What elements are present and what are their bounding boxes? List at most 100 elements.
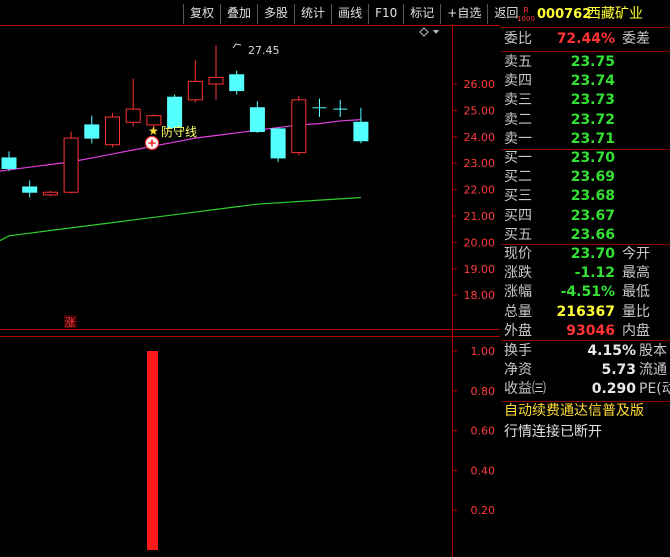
candlestick — [208, 45, 224, 100]
indicator-bar — [147, 351, 158, 550]
divider — [501, 27, 670, 28]
candle-body — [84, 124, 100, 139]
price-tick-label: 25.00 — [464, 104, 496, 117]
candlestick — [42, 190, 58, 197]
badge-top: R — [523, 6, 529, 15]
stat-label-secondary: 最低 — [622, 284, 650, 301]
fundamental-row: 收益㈢ 0.290PE(动) — [501, 379, 670, 400]
candlestick — [333, 99, 348, 117]
ask-value: 23.72 — [570, 111, 615, 128]
stat-row: 涨幅 -4.51% 最低 — [501, 282, 669, 303]
stat-row: 涨跌 -1.12 最高 — [501, 263, 669, 284]
stat-value: 23.70 — [570, 246, 615, 262]
bid-value: 23.67 — [570, 207, 615, 224]
bid-row: 买二 23.69 — [501, 167, 669, 188]
fundamental-value: 0.290 — [591, 381, 636, 398]
candle-body — [105, 116, 120, 146]
bid-row: 买一 23.70 — [501, 148, 669, 169]
promo-text[interactable]: 自动续费通达信普及版 — [504, 401, 644, 422]
stat-label-secondary: 最高 — [622, 265, 650, 282]
sub-tick-label: 0.80 — [471, 385, 496, 398]
stat-value: 216367 — [556, 303, 615, 320]
price-tick-label: 18.00 — [464, 289, 496, 302]
fundamental-value: 5.73 — [601, 362, 636, 379]
stat-label: 涨幅 — [504, 284, 532, 301]
limit-up-marker: 涨 — [64, 315, 77, 329]
candle-body — [353, 121, 369, 142]
candlestick — [291, 95, 307, 156]
candle-body — [187, 80, 203, 101]
price-tick-label: 24.00 — [464, 131, 496, 144]
webi-value: 72.44% — [556, 31, 615, 47]
ask-value: 23.71 — [570, 130, 615, 147]
stat-label-secondary: 内盘 — [622, 322, 650, 339]
fundamental-value: 4.15% — [587, 343, 636, 359]
candle-body — [125, 108, 141, 123]
sub-axis-ticks: 1.00 0.80 0.60 0.40 0.20 — [452, 345, 495, 517]
bid-value: 23.68 — [570, 188, 615, 205]
chart-toolbar: 复权 叠加 多股 统计 画线 F10 标记 +自选 返回 — [183, 4, 524, 24]
candlestick — [63, 131, 79, 194]
ask-value: 23.73 — [570, 92, 615, 109]
stat-label: 外盘 — [504, 322, 532, 339]
fundamental-label: 净资 — [504, 362, 532, 379]
webi-label: 委比 — [504, 31, 532, 47]
candlestick — [22, 180, 38, 198]
candlestick — [125, 78, 141, 127]
toolbar-button-5[interactable]: F10 — [368, 4, 403, 24]
stat-value: -4.51% — [560, 284, 615, 301]
diamond-icon[interactable] — [419, 27, 429, 37]
status-text: 行情连接已断开 — [504, 424, 602, 440]
stat-row: 总量 216367 量比 — [501, 302, 669, 323]
candlestick — [187, 60, 203, 103]
stock-code: 000762 — [537, 7, 592, 22]
ask-value: 23.75 — [570, 54, 615, 70]
badge-bottom: 1000 — [517, 15, 535, 23]
stat-label: 总量 — [504, 303, 532, 320]
sub-tick-label: 0.20 — [471, 504, 496, 517]
ask-row: 卖三 23.73 — [501, 90, 669, 111]
fundamental-row: 净资 5.73 流通 — [501, 360, 669, 381]
bid-row: 买四 23.67 — [501, 206, 669, 227]
toolbar-button-1[interactable]: 叠加 — [220, 4, 257, 24]
sub-tick-label: 0.40 — [471, 464, 496, 477]
candlestick — [1, 151, 17, 172]
star-icon: ★ — [148, 124, 159, 138]
price-tick-label: 21.00 — [464, 210, 496, 223]
fundamental-label-secondary: 流通 — [639, 362, 667, 379]
bid-value: 23.70 — [570, 150, 615, 166]
bid-row: 买三 23.68 — [501, 186, 669, 207]
add-annotation-icon[interactable] — [144, 135, 160, 151]
toolbar-button-3[interactable]: 统计 — [294, 4, 331, 24]
price-tick-label: 20.00 — [464, 236, 496, 249]
chevron-down-icon[interactable] — [433, 30, 439, 34]
fundamental-label-secondary: 股本 — [639, 343, 667, 359]
ma-label: 防守线 — [161, 124, 197, 139]
toolbar-button-4[interactable]: 画线 — [331, 4, 368, 24]
weicha-label: 委差 — [622, 31, 650, 47]
toolbar-button-0[interactable]: 复权 — [183, 4, 220, 24]
sub-tick-label: 0.60 — [471, 425, 496, 438]
indicator-bars — [147, 351, 158, 550]
ask-label: 卖三 — [504, 92, 532, 109]
candle-body — [208, 76, 224, 85]
stat-label-secondary: 今开 — [622, 246, 650, 262]
connection-status: 行情连接已断开 — [501, 422, 669, 443]
stock-badge: R 1000 — [515, 6, 537, 24]
candle-body — [229, 74, 245, 92]
ask-label: 卖一 — [504, 130, 532, 147]
high-marker: 27.45 — [232, 43, 280, 57]
candlestick — [353, 107, 369, 144]
toolbar-button-7[interactable]: +自选 — [440, 4, 487, 24]
ask-label: 卖五 — [504, 54, 532, 70]
ma-green-line — [0, 196, 361, 242]
fundamental-label-secondary: PE(动) — [639, 381, 670, 398]
stat-value: -1.12 — [574, 265, 615, 282]
promo-link[interactable]: 自动续费通达信普及版 — [501, 401, 669, 422]
bid-label: 买一 — [504, 150, 532, 166]
toolbar-button-6[interactable]: 标记 — [403, 4, 440, 24]
kline-chart[interactable]: 26.00 25.00 24.00 23.00 22.00 21.00 20.00 19.00… — [0, 0, 500, 557]
stock-name: 西藏矿业 — [587, 6, 643, 22]
toolbar-button-2[interactable]: 多股 — [257, 4, 294, 24]
ask-row: 卖一 23.71 — [501, 129, 669, 150]
